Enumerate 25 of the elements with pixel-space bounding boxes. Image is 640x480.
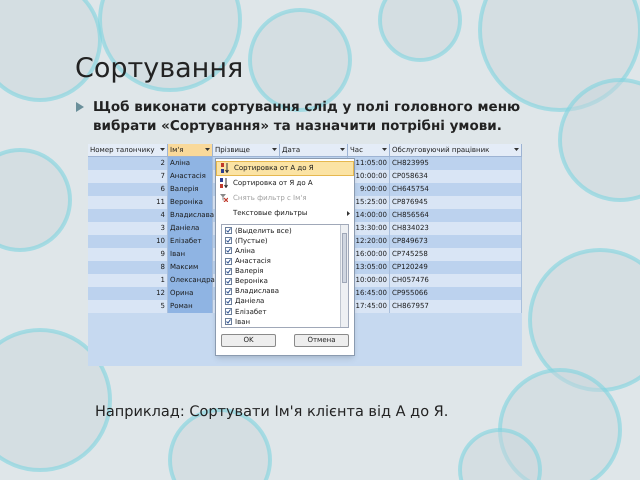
sort-icon [221, 163, 229, 174]
checkbox[interactable] [225, 258, 232, 265]
bullet-text: Щоб виконати сортування слід у полі головного меню вибрати «Сортування» та назначити потрібні умови. [93, 98, 522, 136]
dropdown-arrow-icon [160, 148, 165, 152]
bullet-icon [75, 102, 85, 112]
sort-icon [220, 178, 228, 188]
dropdown-arrow-icon [272, 148, 277, 152]
checkbox[interactable] [225, 278, 232, 285]
checkbox[interactable] [225, 308, 232, 316]
slide-title: Сортування [75, 52, 244, 86]
checkbox[interactable] [225, 237, 232, 244]
checkbox[interactable] [225, 318, 232, 326]
caption-text: Наприклад: Сортувати Ім'я клієнта від А до Я. [95, 402, 450, 422]
checkbox[interactable] [225, 227, 232, 234]
dropdown-arrow-icon [382, 148, 387, 152]
checkbox[interactable] [225, 298, 232, 305]
dropdown-arrow-icon [514, 148, 519, 152]
filter-clear-icon [220, 194, 228, 202]
dropdown-arrow-icon [340, 148, 345, 152]
checkbox[interactable] [225, 247, 232, 254]
checkbox[interactable] [225, 288, 232, 295]
dropdown-arrow-icon [205, 148, 210, 152]
checkbox[interactable] [225, 268, 232, 275]
submenu-arrow-icon [347, 210, 350, 216]
scrollbar[interactable] [340, 224, 348, 327]
